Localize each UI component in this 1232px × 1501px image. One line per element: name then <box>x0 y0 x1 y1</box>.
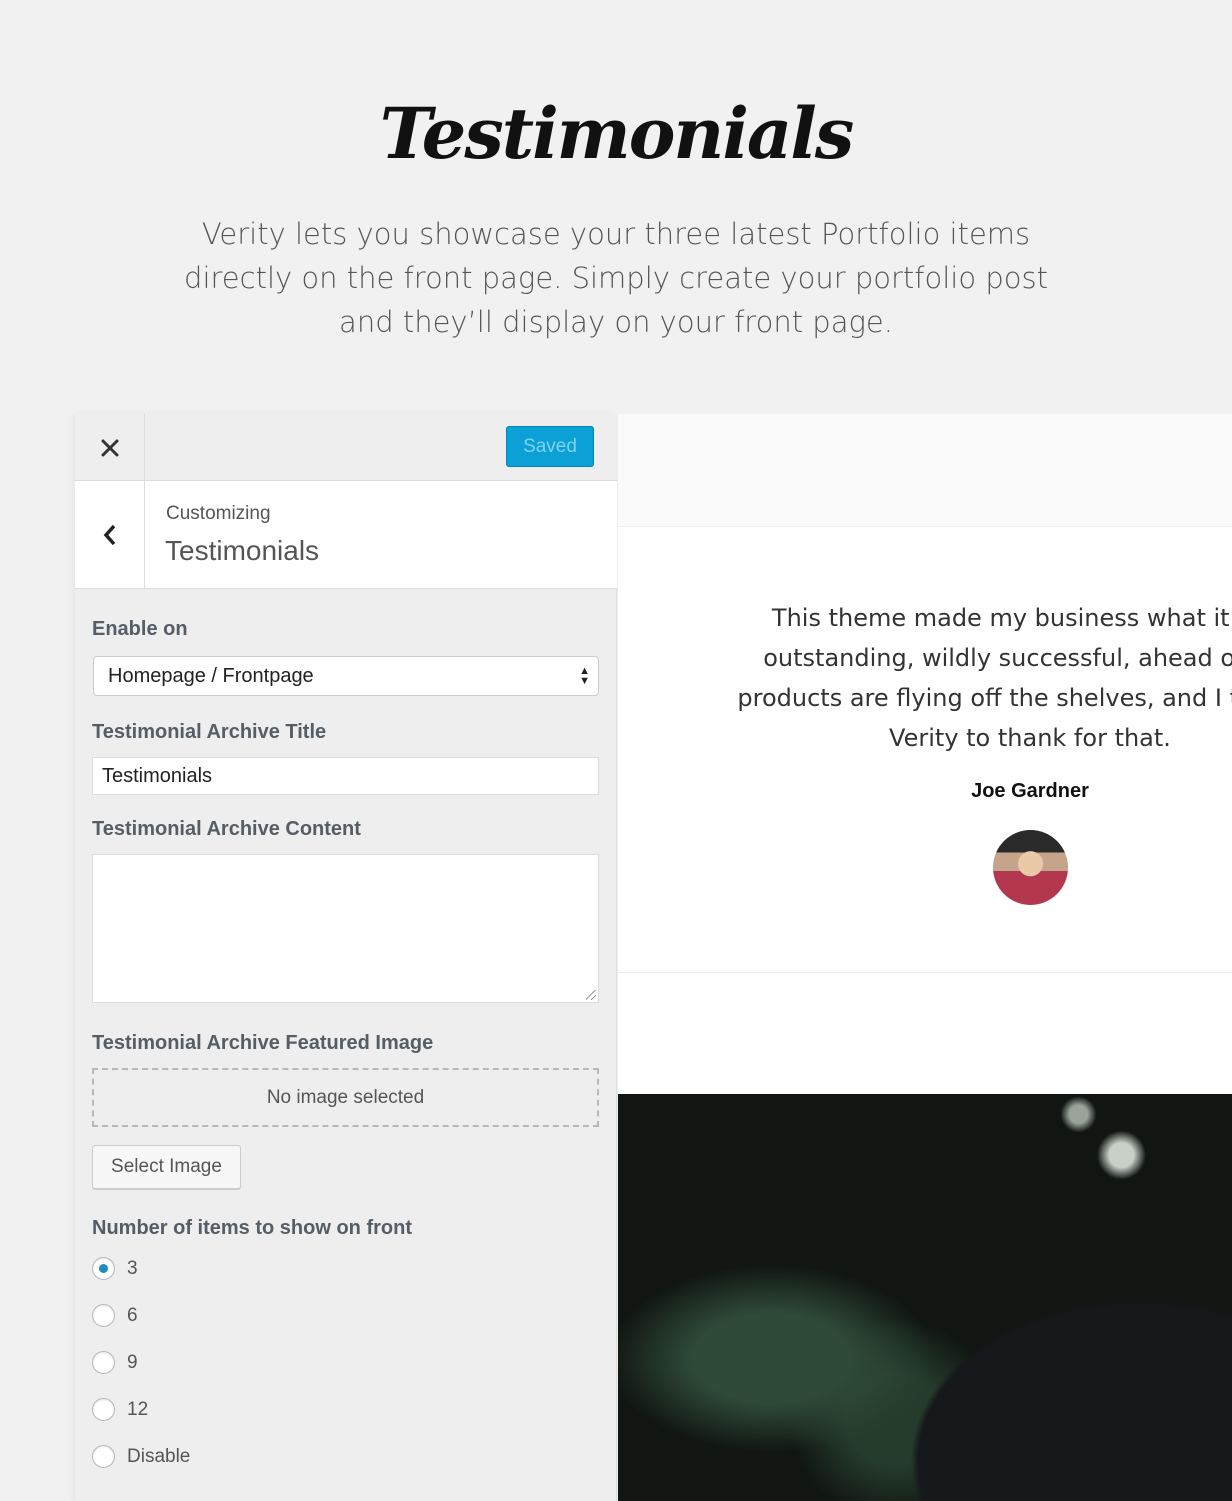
archive-title-label: Testimonial Archive Title <box>92 721 327 743</box>
close-icon <box>101 439 118 456</box>
testimonial-author: Joe Gardner <box>971 780 1089 802</box>
radio-label: Disable <box>127 1445 191 1467</box>
select-arrows-icon: ▲ ▼ <box>579 665 590 687</box>
featured-photo <box>618 1094 1232 1501</box>
items-count-label: Number of items to show on front <box>92 1217 412 1239</box>
customizer-header: Saved <box>75 414 617 481</box>
radio-option-6[interactable]: 6 <box>92 1304 138 1327</box>
radio-button[interactable] <box>92 1257 115 1280</box>
featured-image-placeholder[interactable]: No image selected <box>92 1068 599 1127</box>
section-name: Testimonials <box>165 535 320 566</box>
radio-option-3[interactable]: 3 <box>92 1257 138 1280</box>
site-preview: This theme made my business what it is t… <box>618 414 1232 1501</box>
radio-option-9[interactable]: 9 <box>92 1351 138 1374</box>
radio-label: 6 <box>127 1304 138 1326</box>
section-title-bar: Customizing Testimonials <box>75 481 617 589</box>
enable-on-label: Enable on <box>92 618 188 640</box>
chevron-left-icon <box>103 524 115 546</box>
hero-description: Verity lets you showcase your three late… <box>184 217 1048 339</box>
featured-image-label: Testimonial Archive Featured Image <box>92 1032 434 1054</box>
testimonial-quote: This theme made my business what it is t… <box>737 604 1232 752</box>
radio-button[interactable] <box>92 1445 115 1468</box>
hero-title: Testimonials <box>379 92 855 175</box>
resize-grip-icon[interactable] <box>586 990 596 1000</box>
radio-label: 12 <box>127 1398 149 1420</box>
radio-option-12[interactable]: 12 <box>92 1398 148 1421</box>
enable-on-select[interactable]: Homepage / Frontpage ▲ ▼ <box>93 656 599 696</box>
radio-label: 3 <box>127 1257 138 1279</box>
author-avatar <box>993 830 1068 905</box>
radio-button[interactable] <box>92 1304 115 1327</box>
enable-on-value: Homepage / Frontpage <box>108 665 314 687</box>
select-image-button[interactable]: Select Image <box>92 1145 241 1189</box>
radio-option-disable[interactable]: Disable <box>92 1445 190 1468</box>
archive-title-input[interactable]: Testimonials <box>92 757 599 795</box>
back-button[interactable] <box>75 481 145 589</box>
close-button[interactable] <box>75 414 145 481</box>
preview-header <box>618 414 1232 527</box>
divider <box>618 972 1232 973</box>
customizing-label: Customizing <box>166 503 271 524</box>
customizer-panel: Saved Customizing Testimonials Enable on… <box>75 414 617 1501</box>
radio-button[interactable] <box>92 1351 115 1374</box>
archive-content-textarea[interactable] <box>92 854 599 1003</box>
saved-button[interactable]: Saved <box>506 426 594 467</box>
radio-button[interactable] <box>92 1398 115 1421</box>
radio-label: 9 <box>127 1351 138 1373</box>
archive-content-label: Testimonial Archive Content <box>92 818 361 840</box>
